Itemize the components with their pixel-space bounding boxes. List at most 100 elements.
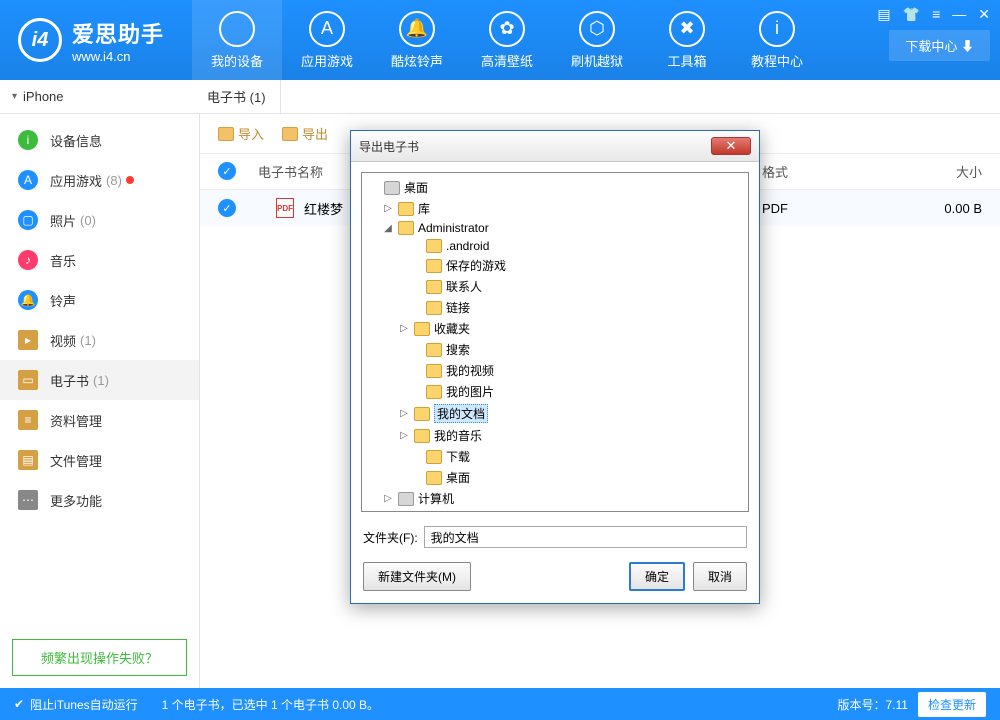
expand-icon[interactable]: ▷ (382, 203, 394, 214)
tree-label: 搜索 (446, 341, 470, 358)
cancel-button[interactable]: 取消 (693, 562, 747, 591)
tab-ebooks[interactable]: 电子书 (1) (193, 80, 281, 113)
new-folder-button[interactable]: 新建文件夹(M) (363, 562, 471, 591)
tree-node-pictures[interactable]: 我的图片 (364, 381, 746, 402)
device-name[interactable]: iPhone (23, 89, 193, 104)
row-checkbox[interactable]: ✓ (218, 199, 236, 217)
sidebar-item-more[interactable]: ⋯ 更多功能 (0, 480, 199, 520)
folder-icon (414, 429, 430, 443)
tree-node-search[interactable]: 搜索 (364, 339, 746, 360)
folder-input[interactable] (424, 526, 747, 548)
sidebar-item-file-mgmt[interactable]: ▤文件管理 (0, 440, 199, 480)
apps-icon: A (309, 11, 345, 47)
tree-node-desktop[interactable]: 桌面 (364, 177, 746, 198)
collapse-icon[interactable]: ◢ (382, 223, 394, 234)
nav-tools[interactable]: ✖工具箱 (642, 0, 732, 80)
btn-label: 导入 (238, 124, 264, 143)
tree-node-admin[interactable]: ◢ Administrator (364, 219, 746, 237)
export-button[interactable]: 导出 (282, 124, 328, 143)
itunes-toggle[interactable]: 阻止iTunes自动运行 (30, 696, 138, 713)
tree-node-contacts[interactable]: 联系人 (364, 276, 746, 297)
tree-label: Administrator (418, 221, 489, 235)
tree-label: .android (446, 239, 489, 253)
data-icon: ≡ (18, 410, 38, 430)
nav-my-device[interactable]: 我的设备 (192, 0, 282, 80)
chevron-down-icon[interactable]: ▾ (12, 91, 17, 102)
menu-icon[interactable]: ≡ (932, 6, 940, 23)
nav-label: 酷炫铃声 (391, 51, 443, 70)
bell-icon: 🔔 (18, 290, 38, 310)
import-button[interactable]: 导入 (218, 124, 264, 143)
nav-wallpapers[interactable]: ✿高清壁纸 (462, 0, 552, 80)
folder-icon (398, 221, 414, 235)
sidebar-item-ringtones[interactable]: 🔔 铃声 (0, 280, 199, 320)
ok-button[interactable]: 确定 (629, 562, 685, 591)
nav-label: 我的设备 (211, 51, 263, 70)
app-header: i4 爱思助手 www.i4.cn 我的设备 A应用游戏 🔔 酷炫铃声 ✿高清壁纸… (0, 0, 1000, 80)
sidebar-item-label: 电子书 (50, 371, 89, 390)
sidebar-item-label: 音乐 (50, 251, 76, 270)
app-logo: i4 爱思助手 www.i4.cn (0, 17, 182, 64)
sidebar-item-device-info[interactable]: i设备信息 (0, 120, 199, 160)
tree-node-videos[interactable]: 我的视频 (364, 360, 746, 381)
shirt-icon[interactable]: 👕 (903, 6, 920, 23)
nav-tutorials[interactable]: i教程中心 (732, 0, 822, 80)
count-label: (0) (80, 213, 96, 228)
sidebar-item-label: 照片 (50, 211, 76, 230)
sidebar-item-label: 更多功能 (50, 491, 102, 510)
tree-label: 我的音乐 (434, 427, 482, 444)
expand-icon[interactable]: ▷ (398, 430, 410, 441)
nav-label: 刷机越狱 (571, 51, 623, 70)
sidebar-item-apps[interactable]: A应用游戏(8) (0, 160, 199, 200)
col-size: 大小 (902, 162, 982, 181)
book-icon: ▭ (18, 370, 38, 390)
export-dialog: 导出电子书 ✕ 桌面 ▷库 ◢ Administrator .android 保存… (350, 130, 760, 604)
nav-ringtones[interactable]: 🔔 酷炫铃声 (372, 0, 462, 80)
folder-icon (426, 343, 442, 357)
tree-node-computer[interactable]: ▷计算机 (364, 488, 746, 509)
nav-apps[interactable]: A应用游戏 (282, 0, 372, 80)
sidebar-item-ebooks[interactable]: ▭电子书(1) (0, 360, 199, 400)
close-icon[interactable]: ✕ (978, 6, 990, 23)
tree-node-library[interactable]: ▷库 (364, 198, 746, 219)
box-icon: ⬡ (579, 11, 615, 47)
sidebar-item-music[interactable]: ♪音乐 (0, 240, 199, 280)
folder-icon (426, 385, 442, 399)
download-center-button[interactable]: 下载中心 ⬇ (889, 30, 990, 61)
tree-node-android[interactable]: .android (364, 237, 746, 255)
sidebar-item-label: 设备信息 (50, 131, 102, 150)
expand-icon[interactable]: ▷ (398, 323, 410, 334)
sidebar-item-data-mgmt[interactable]: ≡资料管理 (0, 400, 199, 440)
tree-node-downloads[interactable]: 下载 (364, 446, 746, 467)
more-icon: ⋯ (18, 490, 38, 510)
version-label: 版本号：7.11 (838, 696, 908, 713)
tree-node-desktop2[interactable]: 桌面 (364, 467, 746, 488)
window-controls: ▤ 👕 ≡ — ✕ (877, 6, 990, 23)
dialog-close-button[interactable]: ✕ (711, 137, 751, 155)
tree-node-favorites[interactable]: ▷收藏夹 (364, 318, 746, 339)
sidebar-item-label: 铃声 (50, 291, 76, 310)
chat-icon[interactable]: ▤ (877, 6, 890, 23)
tree-label: 我的图片 (446, 383, 494, 400)
dialog-titlebar[interactable]: 导出电子书 ✕ (351, 131, 759, 162)
help-link[interactable]: 频繁出现操作失败？ (12, 639, 187, 676)
tree-node-saved-games[interactable]: 保存的游戏 (364, 255, 746, 276)
sidebar-item-photos[interactable]: ▢ 照片 (0) (0, 200, 199, 240)
nav-flash[interactable]: ⬡ 刷机越狱 (552, 0, 642, 80)
tree-node-music[interactable]: ▷ 我的音乐 (364, 425, 746, 446)
cell-size: 0.00 B (902, 201, 982, 216)
tree-node-documents[interactable]: ▷我的文档 (364, 402, 746, 425)
sidebar-item-videos[interactable]: ▸视频(1) (0, 320, 199, 360)
bell-icon: 🔔 (399, 11, 435, 47)
check-update-button[interactable]: 检查更新 (918, 692, 986, 717)
expand-icon[interactable]: ▷ (398, 408, 410, 419)
selection-status: 1 个电子书，已选中 1 个电子书 0.00 B。 (138, 696, 838, 713)
expand-icon[interactable]: ▷ (382, 493, 394, 504)
sidebar-item-label: 应用游戏 (50, 171, 102, 190)
file-icon: ▤ (18, 450, 38, 470)
tree-node-links[interactable]: 链接 (364, 297, 746, 318)
minimize-icon[interactable]: — (952, 6, 966, 23)
photo-icon: ▢ (18, 210, 38, 230)
folder-tree[interactable]: 桌面 ▷库 ◢Administrator .android 保存的游戏 联系人 … (361, 172, 749, 512)
select-all-checkbox[interactable]: ✓ (218, 162, 236, 180)
